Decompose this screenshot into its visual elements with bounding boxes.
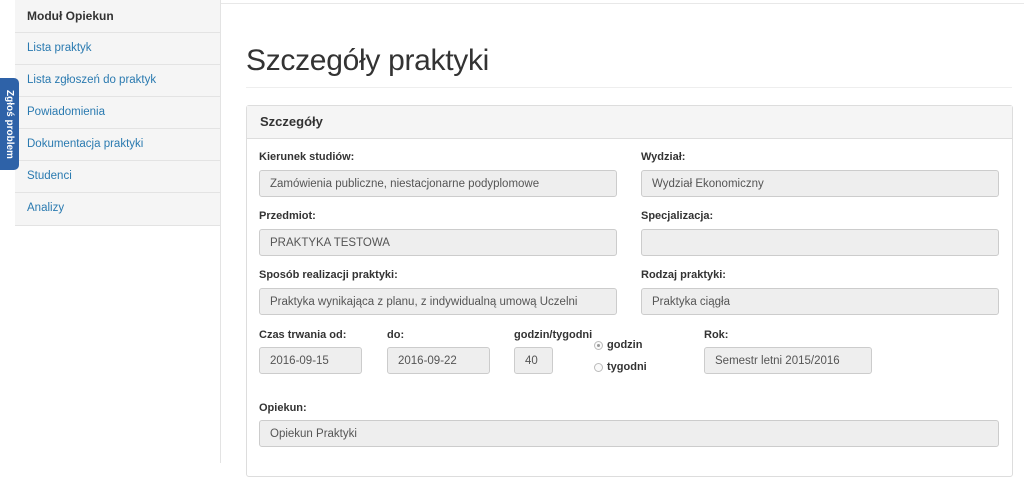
przedmiot-field[interactable]: PRAKTYKA TESTOWA — [259, 229, 617, 256]
radio-unchecked-icon — [594, 362, 603, 372]
rok-field[interactable]: Semestr letni 2015/2016 — [704, 347, 872, 374]
main-divider — [220, 0, 221, 463]
sidebar-item-dokumentacja[interactable]: Dokumentacja praktyki — [15, 129, 220, 161]
unit-radio-godzin-label: godzin — [607, 339, 643, 351]
opiekun-field[interactable]: Opiekun Praktyki — [259, 420, 999, 447]
radio-checked-icon — [594, 340, 603, 350]
sidebar-item-lista-praktyk[interactable]: Lista praktyk — [15, 33, 220, 65]
sidebar-item-powiadomienia[interactable]: Powiadomienia — [15, 97, 220, 129]
specjalizacja-field[interactable] — [641, 229, 999, 256]
czas-od-label: Czas trwania od: — [259, 329, 347, 341]
sidebar-item-studenci[interactable]: Studenci — [15, 161, 220, 193]
rodzaj-field[interactable]: Praktyka ciągła — [641, 288, 999, 315]
godzin-tygodni-field[interactable]: 40 — [514, 347, 553, 374]
specjalizacja-label: Specjalizacja: — [641, 210, 714, 222]
details-panel: Szczegóły Kierunek studiów: Zamówienia p… — [246, 105, 1013, 477]
sidebar-item-analizy[interactable]: Analizy — [15, 193, 220, 224]
sposob-label: Sposób realizacji praktyki: — [259, 269, 398, 281]
czas-do-field[interactable]: 2016-09-22 — [387, 347, 490, 374]
unit-radio-tygodni-label: tygodni — [607, 361, 647, 373]
rok-label: Rok: — [704, 329, 729, 341]
wydzial-field[interactable]: Wydział Ekonomiczny — [641, 170, 999, 197]
unit-radio-godzin[interactable]: godzin — [594, 339, 642, 351]
kierunek-label: Kierunek studiów: — [259, 151, 355, 163]
panel-heading: Szczegóły — [247, 106, 1012, 139]
rodzaj-label: Rodzaj praktyki: — [641, 269, 726, 281]
sidebar-title: Moduł Opiekun — [15, 0, 220, 33]
opiekun-label: Opiekun: — [259, 402, 307, 414]
page-title: Szczegóły praktyki — [246, 44, 490, 77]
sidebar-item-lista-zgloszen[interactable]: Lista zgłoszeń do praktyk — [15, 65, 220, 97]
czas-od-field[interactable]: 2016-09-15 — [259, 347, 362, 374]
kierunek-field[interactable]: Zamówienia publiczne, niestacjonarne pod… — [259, 170, 617, 197]
report-problem-tab[interactable]: Zgłoś problem — [0, 78, 19, 170]
title-divider — [246, 87, 1012, 88]
sposob-field[interactable]: Praktyka wynikająca z planu, z indywidua… — [259, 288, 617, 315]
report-problem-label: Zgłoś problem — [4, 89, 15, 159]
czas-do-label: do: — [387, 329, 405, 341]
unit-radio-tygodni[interactable]: tygodni — [594, 361, 647, 373]
godzin-tygodni-label: godzin/tygodni — [514, 329, 593, 341]
wydzial-label: Wydział: — [641, 151, 686, 163]
sidebar: Moduł Opiekun Lista praktyk Lista zgłosz… — [15, 0, 221, 226]
top-divider — [221, 3, 1024, 4]
przedmiot-label: Przedmiot: — [259, 210, 316, 222]
